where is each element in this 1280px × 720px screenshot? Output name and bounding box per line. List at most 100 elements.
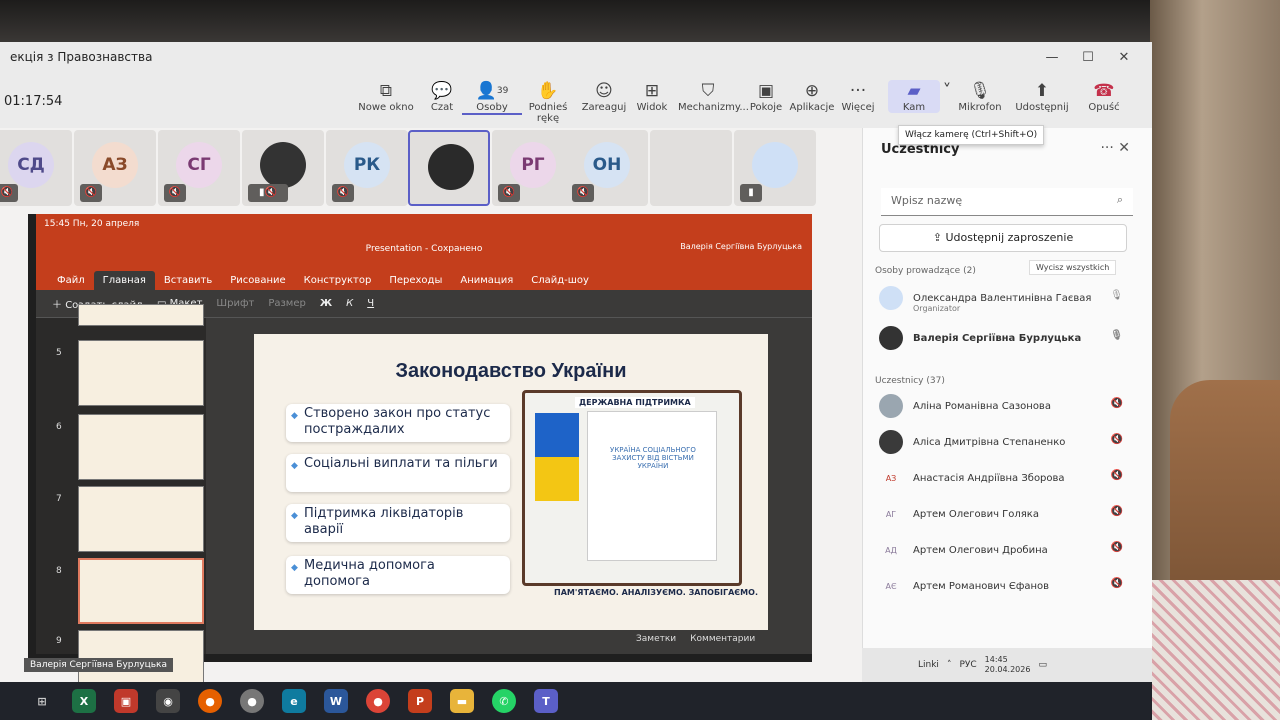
slide-thumbnail[interactable]: [78, 486, 204, 552]
participant-row[interactable]: АД Артем Олегович Дробина 🔇: [879, 536, 1129, 564]
ellipsis-icon: ···: [849, 81, 867, 101]
slide-canvas[interactable]: Законодавство України Створено закон про…: [254, 334, 768, 630]
tab-home[interactable]: Главная: [93, 271, 155, 290]
tab-insert[interactable]: Вставить: [155, 271, 221, 290]
raise-hand-button[interactable]: ✋ Podnieś rękę: [518, 80, 578, 124]
avatar: АЗ: [92, 142, 138, 188]
slide-thumbnail[interactable]: [78, 414, 204, 480]
bold-button[interactable]: Ж: [320, 298, 332, 309]
teams-icon[interactable]: T: [534, 689, 558, 713]
title-bar: екція з Правознавства — ☐ ✕: [0, 42, 1152, 72]
participant-tile[interactable]: ОН 🔇: [566, 130, 648, 206]
search-input[interactable]: Wpisz nazwę ⌕: [881, 188, 1133, 216]
mic-muted-icon: 🔇: [1110, 398, 1123, 409]
participant-row[interactable]: Валерія Сергіївна Бурлуцька 🎙: [879, 324, 1129, 352]
clock[interactable]: 14:45 20.04.2026: [985, 655, 1031, 675]
more-options-icon[interactable]: ···: [1100, 140, 1113, 156]
maximize-button[interactable]: ☐: [1070, 50, 1106, 65]
slide-footer: ПАМ'ЯТАЄМО. АНАЛІЗУЄМО. ЗАПОБІГАЄМО.: [554, 588, 758, 597]
word-icon[interactable]: W: [324, 689, 348, 713]
whatsapp-icon[interactable]: ✆: [492, 689, 516, 713]
close-panel-icon[interactable]: ✕: [1118, 140, 1130, 156]
participant-tiles: СД 🔇 АЗ 🔇 СГ 🔇 ▮🔇 РК 🔇 РГ 🔇 ОН 🔇 ▮: [0, 130, 860, 210]
slide-bullet: Соціальні виплати та пільги: [286, 454, 510, 492]
notes-button[interactable]: Заметки: [636, 634, 676, 644]
tray-chevron-icon[interactable]: ˄: [947, 660, 952, 670]
slide-thumbnail[interactable]: [78, 304, 204, 326]
close-button[interactable]: ✕: [1106, 50, 1142, 65]
tab-transitions[interactable]: Переходы: [380, 271, 451, 290]
firefox-icon[interactable]: ●: [198, 689, 222, 713]
comments-button[interactable]: Комментарии: [690, 634, 755, 644]
participant-row[interactable]: Аліна Романівна Сазонова 🔇: [879, 392, 1129, 420]
participant-tile[interactable]: ▮: [734, 130, 816, 206]
app-icon[interactable]: ◉: [156, 689, 180, 713]
tab-draw[interactable]: Рисование: [221, 271, 294, 290]
avatar: ОН: [584, 142, 630, 188]
new-window-icon: ⧉: [379, 81, 393, 101]
mic-muted-icon: 🔇: [80, 184, 102, 202]
tab-animation[interactable]: Анимация: [451, 271, 522, 290]
powerpoint-icon[interactable]: P: [408, 689, 432, 713]
slide-title: Законодавство України: [395, 360, 627, 382]
mic-muted-icon: 🔇: [164, 184, 186, 202]
slide-thumbnail-active[interactable]: [78, 558, 204, 624]
italic-button[interactable]: К: [346, 298, 353, 309]
notification-icon[interactable]: ▭: [1038, 660, 1047, 670]
presenters-section-header[interactable]: Osoby prowadzące (2): [875, 266, 976, 276]
avatar: СГ: [176, 142, 222, 188]
app-icon[interactable]: ▣: [114, 689, 138, 713]
new-window-button[interactable]: ⧉ Nowe okno: [356, 80, 416, 113]
edge-icon[interactable]: e: [282, 689, 306, 713]
participant-tile[interactable]: РК 🔇: [326, 130, 408, 206]
tab-file[interactable]: Файл: [48, 271, 94, 290]
tab-design[interactable]: Конструктор: [295, 271, 381, 290]
state-support-illustration: ДЕРЖАВНА ПІДТРИМКА УКРАЇНА СОЦІАЛЬНОГО З…: [522, 390, 742, 586]
share-invite-button[interactable]: ⇪ Udostępnij zaproszenie: [879, 224, 1127, 252]
font-select[interactable]: Шрифт: [216, 298, 254, 309]
chrome-icon[interactable]: ●: [366, 689, 390, 713]
size-select[interactable]: Размер: [268, 298, 306, 309]
links-label[interactable]: Linki: [918, 660, 939, 670]
participant-row[interactable]: АЄ Артем Романович Єфанов 🔇: [879, 572, 1129, 600]
underline-button[interactable]: Ч: [367, 298, 374, 309]
explorer-icon[interactable]: ▬: [450, 689, 474, 713]
participant-row[interactable]: АЗ Анастасія Андріївна Зборова 🔇: [879, 464, 1129, 492]
participant-row[interactable]: Аліса Дмитрівна Степаненко 🔇: [879, 428, 1129, 456]
audio-level-icon: ▮: [740, 184, 762, 202]
language-indicator[interactable]: РУС: [959, 660, 976, 670]
participant-tile[interactable]: СД 🔇: [0, 130, 72, 206]
participant-tile[interactable]: АЗ 🔇: [74, 130, 156, 206]
ppt-user: Валерія Сергіївна Бурлуцька: [680, 242, 802, 251]
slide-thumbnail[interactable]: [78, 340, 204, 406]
avatar: РК: [344, 142, 390, 188]
participant-tile[interactable]: СГ 🔇: [158, 130, 240, 206]
participant-tile-active[interactable]: [408, 130, 490, 206]
participant-tile[interactable]: РГ 🔇: [492, 130, 574, 206]
chat-app-icon[interactable]: ●: [240, 689, 264, 713]
mechanisms-button[interactable]: ⛉ Mechanizmy...: [678, 80, 749, 113]
tab-slideshow[interactable]: Слайд-шоу: [522, 271, 598, 290]
participant-row[interactable]: АГ Артем Олегович Голяка 🔇: [879, 500, 1129, 528]
background-cushion: [1150, 580, 1280, 720]
participant-tile[interactable]: [650, 130, 732, 206]
minimize-button[interactable]: —: [1034, 50, 1070, 65]
ppt-ribbon-tabs: Файл Главная Вставить Рисование Конструк…: [36, 264, 812, 290]
participant-row[interactable]: Олександра Валентинівна Гаєвая Organizato…: [879, 284, 1129, 313]
people-button[interactable]: 👤39 Osoby: [462, 80, 522, 115]
flag-yellow-stripe: [535, 457, 579, 501]
camera-button[interactable]: ▰ Kam: [888, 80, 940, 113]
mute-all-button[interactable]: Wycisz wszystkich: [1029, 260, 1117, 275]
window-title: екція з Правознавства: [10, 50, 153, 64]
attendees-section-header[interactable]: Uczestnicy (37): [875, 376, 945, 386]
mic-button[interactable]: 🎙 Mikrofon: [950, 80, 1010, 113]
share-button[interactable]: ⬆ Udostępnij: [1012, 80, 1072, 113]
participant-tile[interactable]: ▮🔇: [242, 130, 324, 206]
view-button[interactable]: ⊞ Widok: [622, 80, 682, 113]
start-icon[interactable]: ⊞: [30, 689, 54, 713]
excel-icon[interactable]: X: [72, 689, 96, 713]
leave-button[interactable]: ☎ Opuść: [1074, 80, 1134, 113]
slide-thumbnail[interactable]: [78, 630, 204, 682]
more-button[interactable]: ··· Więcej: [828, 80, 888, 113]
mic-muted-icon: 🔇: [0, 184, 18, 202]
